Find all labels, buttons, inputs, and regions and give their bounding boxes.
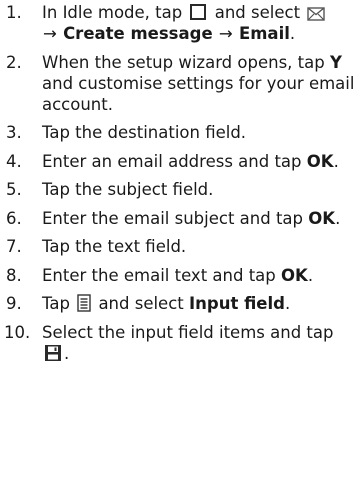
options-list-icon [77,294,91,312]
document-page: 1. In Idle mode, tap and select → Create… [0,0,364,484]
punctuation: . [284,294,291,313]
step-text: Select the input field items and tap [42,322,334,342]
menu-path-email: Email [238,24,290,43]
step-9: 9. Tap and select Input field. [0,293,364,314]
step-7: 7. Tap the text field. [0,236,364,257]
step-number: 2. [6,52,22,72]
step-number: 9. [6,294,22,313]
punctuation: . [307,265,314,285]
step-text: and select [98,294,184,313]
menu-square-icon [189,3,207,21]
arrow: → [218,24,233,43]
step-text: and select [214,3,301,22]
menu-item-input-field: Input field [189,294,285,313]
step-text: Enter the email text and tap [42,265,276,285]
step-number: 4. [6,151,22,171]
key-ok: OK [306,151,334,171]
step-number: 5. [6,180,22,199]
punctuation: . [289,24,296,43]
step-number: 7. [6,237,22,256]
step-4: 4. Enter an email address and tap OK. [0,151,364,172]
step-text: Enter the email subject and tap [42,208,303,228]
step-10: 10. Select the input field items and tap… [0,322,364,364]
envelope-icon [307,7,325,21]
step-1: 1. In Idle mode, tap and select → Create… [0,2,364,44]
step-2: 2. When the setup wizard opens, tap Y an… [0,52,364,115]
punctuation: . [333,151,339,171]
punctuation: . [335,208,341,228]
punctuation: . [64,343,70,363]
step-5: 5. Tap the subject field. [0,179,364,200]
instruction-steps: 1. In Idle mode, tap and select → Create… [0,2,364,371]
menu-path-create-message: Create message [63,24,213,43]
step-number: 10. [4,322,31,342]
step-number: 8. [6,265,22,285]
step-number: 1. [6,3,22,22]
step-number: 3. [6,123,22,142]
step-text: Tap the destination field. [42,123,247,142]
arrow: → [43,24,57,43]
step-8: 8. Enter the email text and tap OK. [0,265,364,286]
step-6: 6. Enter the email subject and tap OK. [0,208,364,229]
step-text: When the setup wizard opens, tap [42,52,325,72]
step-3: 3. Tap the destination field. [0,122,364,143]
step-text: Tap the subject field. [42,180,214,199]
key-y: Y [329,52,342,72]
key-ok: OK [308,208,336,228]
step-text: In Idle mode, tap [42,3,183,22]
step-text: and customise settings for your email ac… [42,73,355,114]
step-text: Enter an email address and tap [42,151,302,171]
save-icon [44,344,62,362]
step-number: 6. [6,208,22,228]
key-ok: OK [281,265,308,285]
step-text: Tap [42,294,70,313]
step-text: Tap the text field. [42,237,187,256]
